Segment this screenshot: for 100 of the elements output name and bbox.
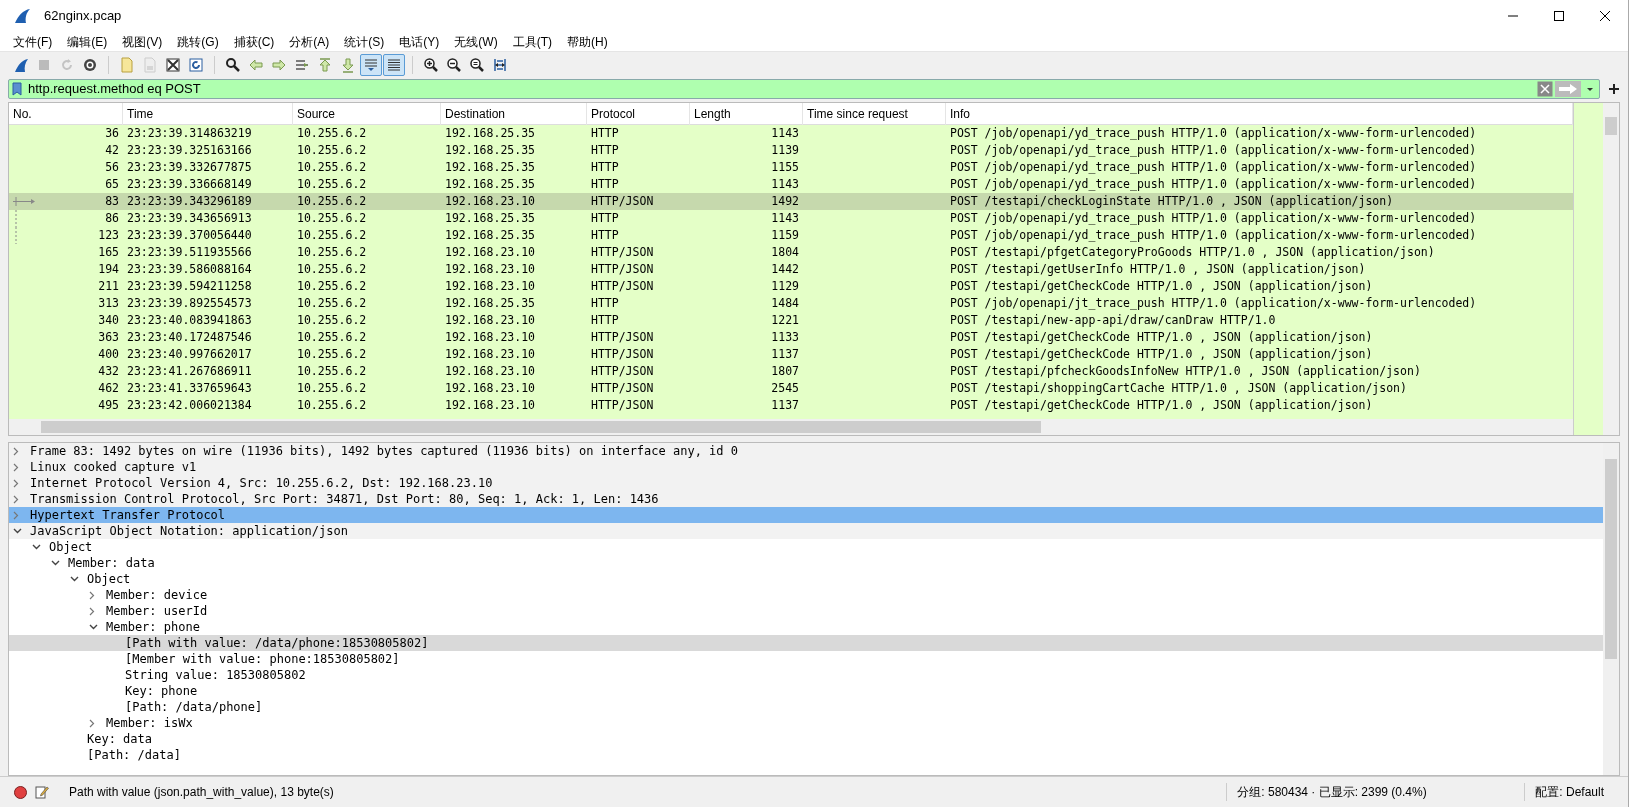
table-cell: POST /testapi/new-app-api/draw/canDraw HTTP/1.0 (950, 312, 1276, 329)
table-cell: HTTP/JSON (591, 397, 654, 414)
tree-item[interactable]: Internet Protocol Version 4, Src: 10.255.6.2, Dst: 192.168.23.10 (9, 475, 1603, 491)
table-cell: 123 (98, 227, 119, 244)
table-cell: 56 (105, 159, 119, 176)
table-cell: 1492 (771, 193, 799, 210)
table-cell: 10.255.6.2 (297, 193, 367, 210)
table-cell: 211 (98, 278, 119, 295)
menu-item[interactable]: 电话(Y) (392, 31, 447, 52)
table-cell: 42 (105, 142, 119, 159)
table-cell: 192.168.25.35 (445, 125, 535, 142)
table-cell: 192.168.25.35 (445, 227, 535, 244)
table-cell: 1442 (771, 261, 799, 278)
chevron-down-icon[interactable] (89, 624, 98, 630)
table-cell: HTTP (591, 210, 619, 227)
table-cell: 1155 (771, 159, 799, 176)
table-cell: 23:23:39.314863219 (127, 125, 252, 142)
table-cell: POST /testapi/getCheckCode HTTP/1.0 , JSON (application/json) (950, 278, 1373, 295)
table-cell: 23:23:39.370056440 (127, 227, 252, 244)
field-info-text: Path with value (json.path_with_value), 13 byte(s) (69, 784, 334, 801)
menu-item[interactable]: 捕获(C) (226, 31, 282, 52)
table-cell: 192.168.23.10 (445, 397, 535, 414)
menu-item[interactable]: 工具(T) (505, 31, 559, 52)
column-header[interactable]: Destination (445, 105, 506, 123)
packet-count-text: 分组: 580434 · 已显示: 2399 (0.4%) (1226, 783, 1517, 801)
tree-item[interactable]: Transmission Control Protocol, Src Port: 34871, Dst Port: 80, Seq: 1, Ack: 1, Len: 1436 (9, 491, 1603, 507)
chevron-down-icon[interactable] (32, 544, 41, 550)
table-cell: 23:23:39.594211258 (127, 278, 252, 295)
table-cell: POST /testapi/shoppingCartCache HTTP/1.0 , JSON (application/json) (950, 380, 1407, 397)
bookmark-icon[interactable] (12, 82, 22, 96)
table-cell: 10.255.6.2 (297, 329, 367, 346)
profile-text[interactable]: 配置: Default (1524, 783, 1614, 801)
table-cell: POST /job/openapi/jt_trace_push HTTP/1.0 (application/x-www-form-urlencoded) (950, 295, 1477, 312)
menu-item[interactable]: 分析(A) (282, 31, 337, 52)
column-header[interactable]: Protocol (591, 105, 636, 123)
close-icon[interactable] (1600, 11, 1610, 21)
edit-icon[interactable] (35, 785, 49, 799)
packet-row[interactable]: 83 23:23:39.343296189 10.255.6.2 192.168.23.10 HTTP/JSON 1492 POST /testapi/checkLoginState HTTP/1.0 , JSON (application/json) (9, 193, 1573, 210)
table-cell: 1143 (771, 210, 799, 227)
menu-item[interactable]: 无线(W) (447, 31, 505, 52)
table-cell: POST /testapi/pfcheckGoodsInfoNew HTTP/1.0 , JSON (application/json) (950, 363, 1421, 380)
table-cell: HTTP (591, 159, 619, 176)
tree-item[interactable]: Linux cooked capture v1 (9, 459, 1603, 475)
table-cell: HTTP (591, 125, 619, 142)
tree-item[interactable]: Frame 83: 1492 bytes on wire (11936 bits), 1492 bytes captured (11936 bits) on interface any, id 0 (9, 443, 1603, 459)
table-cell: 192.168.25.35 (445, 176, 535, 193)
column-header[interactable]: Time since request (807, 105, 908, 123)
table-cell: 340 (98, 312, 119, 329)
table-cell: 313 (98, 295, 119, 312)
tree-item[interactable]: Hypertext Transfer Protocol (9, 507, 1603, 523)
table-cell: 23:23:40.083941863 (127, 312, 252, 329)
table-cell: 192.168.23.10 (445, 278, 535, 295)
menu-item[interactable]: 视图(V) (115, 31, 170, 52)
table-cell: 10.255.6.2 (297, 159, 367, 176)
table-cell: POST /testapi/getCheckCode HTTP/1.0 , JSON (application/json) (950, 346, 1373, 363)
packet-minimap-scrollbar[interactable] (1573, 103, 1619, 435)
chevron-down-icon[interactable] (13, 528, 22, 534)
scrollbar-thumb[interactable] (41, 421, 1041, 433)
tree-item[interactable]: JavaScript Object Notation: application/json (9, 523, 1603, 539)
clear-icon[interactable] (1537, 81, 1553, 97)
menu-item[interactable]: 跳转(G) (170, 31, 226, 52)
table-cell: HTTP/JSON (591, 261, 654, 278)
table-cell: 10.255.6.2 (297, 363, 367, 380)
table-cell: 10.255.6.2 (297, 346, 367, 363)
table-cell: 192.168.23.10 (445, 380, 535, 397)
table-cell: 23:23:39.343296189 (127, 193, 252, 210)
table-cell: HTTP/JSON (591, 363, 654, 380)
column-header[interactable]: Info (950, 105, 970, 123)
table-cell: 23:23:39.586088164 (127, 261, 252, 278)
table-cell: 65 (105, 176, 119, 193)
table-cell: 1143 (771, 125, 799, 142)
vertical-scrollbar[interactable] (1603, 443, 1619, 775)
horizontal-scrollbar[interactable] (9, 419, 1573, 435)
chevron-down-icon[interactable] (51, 560, 60, 566)
table-cell: HTTP (591, 227, 619, 244)
tree-item[interactable]: [Path with value: /data/phone:18530805802] (9, 635, 1603, 651)
table-cell: 10.255.6.2 (297, 244, 367, 261)
add-icon[interactable] (1608, 83, 1620, 95)
table-cell: HTTP/JSON (591, 193, 654, 210)
column-header[interactable]: Source (297, 105, 336, 123)
column-header[interactable]: Time (127, 105, 154, 123)
maximize-icon[interactable] (1554, 11, 1564, 21)
menu-item[interactable]: 编辑(E) (60, 31, 115, 52)
menu-item[interactable]: 帮助(H) (560, 31, 615, 52)
table-cell: POST /testapi/getCheckCode HTTP/1.0 , JSON (application/json) (950, 329, 1373, 346)
table-cell: 1143 (771, 176, 799, 193)
menu-item[interactable]: 文件(F) (6, 31, 60, 52)
table-cell: 83 (105, 193, 119, 210)
table-cell: 86 (105, 210, 119, 227)
table-cell: 192.168.23.10 (445, 261, 535, 278)
chevron-right-icon[interactable] (89, 718, 95, 728)
chevron-down-icon[interactable] (70, 576, 79, 582)
window-title: 62nginx.pcap (44, 7, 122, 26)
table-cell: 192.168.23.10 (445, 244, 535, 261)
table-cell: POST /job/openapi/yd_trace_push HTTP/1.0 (application/x-www-form-urlencoded) (950, 159, 1477, 176)
column-header[interactable]: No. (13, 105, 32, 123)
table-cell: 1137 (771, 397, 799, 414)
menu-item[interactable]: 统计(S) (337, 31, 392, 52)
table-cell: 23:23:41.267686911 (127, 363, 252, 380)
column-header[interactable]: Length (694, 105, 731, 123)
